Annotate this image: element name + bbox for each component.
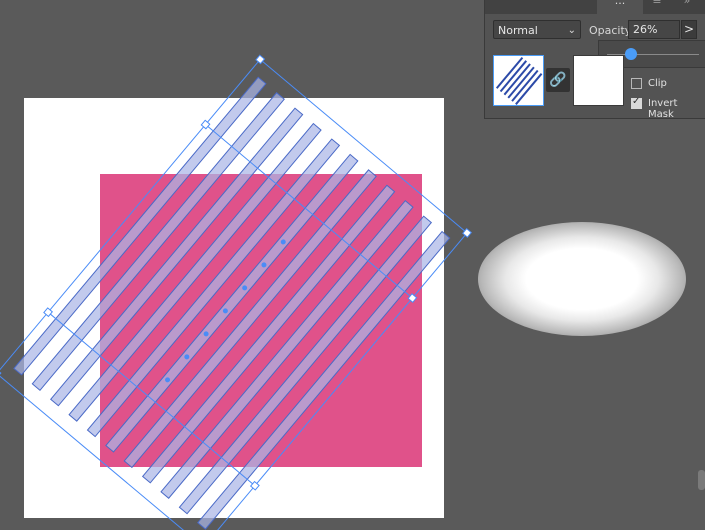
clip-checkbox[interactable] <box>631 78 642 89</box>
tab-overflow[interactable]: » <box>673 0 701 14</box>
tab-menu[interactable]: ≡ <box>647 0 667 14</box>
panel-tab-strip: ... ≡ » <box>485 0 705 14</box>
opacity-input[interactable]: 26% <box>628 20 680 39</box>
invert-mask-label: Invert Mask <box>648 98 678 120</box>
scrollbar-thumb[interactable] <box>698 470 705 490</box>
clip-label: Clip <box>648 78 667 89</box>
blend-mode-value: Normal <box>498 24 538 37</box>
transparency-panel: ... ≡ » Normal ⌄ Opacity: 26% > 🔗 Clip I… <box>484 0 705 120</box>
opacity-dropdown-arrow[interactable]: > <box>681 20 697 39</box>
tab-transparency[interactable]: ... <box>597 0 643 14</box>
link-icon[interactable]: 🔗 <box>546 68 570 92</box>
striped-thumbnail-icon <box>495 56 543 105</box>
chevron-down-icon: ⌄ <box>567 25 576 36</box>
artwork-thumbnail[interactable] <box>493 55 544 106</box>
blend-mode-select[interactable]: Normal ⌄ <box>493 20 581 39</box>
blurred-white-ellipse[interactable] <box>478 222 686 336</box>
mask-thumbnail[interactable] <box>573 55 624 106</box>
opacity-slider-thumb[interactable] <box>624 48 637 60</box>
invert-mask-checkbox[interactable] <box>631 96 642 109</box>
